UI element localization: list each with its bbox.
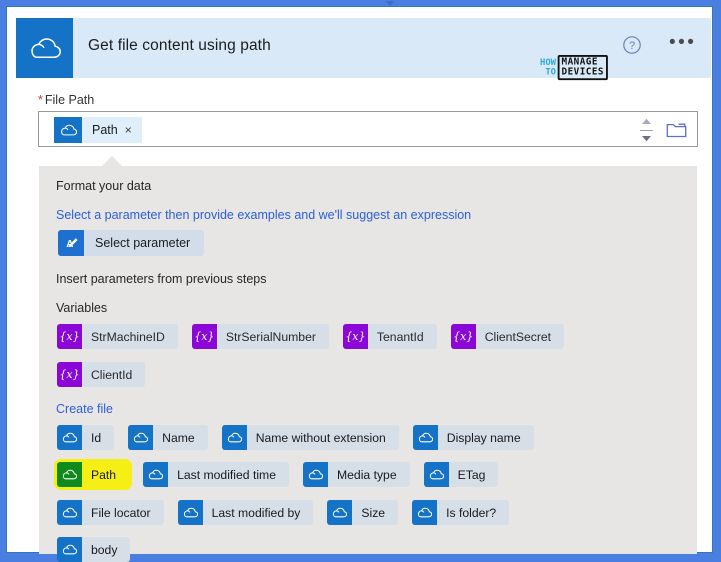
- token-row-variables-2: {x} ClientId: [57, 362, 159, 387]
- token-display-name[interactable]: Display name: [412, 425, 534, 450]
- onedrive-cloud-icon: [412, 500, 438, 525]
- token-clientid[interactable]: {x} ClientId: [57, 362, 146, 387]
- required-marker: *: [38, 93, 43, 107]
- format-your-data-title: Format your data: [56, 179, 152, 193]
- token-last-modified-time[interactable]: Last modified time: [143, 462, 289, 487]
- token-label: StrMachineID: [91, 329, 165, 344]
- watermark-box: MANAGE DEVICES: [557, 55, 608, 81]
- action-card: Get file content using path ? ••• HOW TO…: [8, 9, 711, 562]
- onedrive-cloud-icon: [57, 537, 82, 562]
- token-name[interactable]: Name: [128, 425, 208, 450]
- path-token-chip[interactable]: Path ×: [54, 117, 142, 143]
- token-media-type[interactable]: Media type: [302, 462, 410, 487]
- variable-icon: {x}: [57, 324, 82, 349]
- token-row-createfile-4: body: [57, 537, 144, 562]
- token-name-without-extension[interactable]: Name without extension: [221, 425, 399, 450]
- token-row-createfile-3: File locator Last modified by Size Is fo…: [57, 500, 523, 525]
- help-question-icon[interactable]: ?: [622, 35, 642, 55]
- token-strserialnumber[interactable]: {x} StrSerialNumber: [191, 324, 329, 349]
- select-parameter-button[interactable]: A Select parameter: [58, 230, 205, 256]
- stepper-up-down-icon[interactable]: [637, 118, 655, 142]
- ai-expression-icon: A: [58, 230, 84, 256]
- onedrive-cloud-icon: [221, 425, 247, 450]
- onedrive-cloud-icon: [57, 500, 82, 525]
- token-label: Path: [82, 467, 130, 482]
- token-label: Name without extension: [255, 430, 386, 445]
- token-label: Id: [91, 430, 102, 445]
- watermark-logo: HOW TO MANAGE DEVICES: [540, 55, 608, 81]
- watermark-boxed-2: DEVICES: [561, 66, 605, 77]
- token-clientsecret[interactable]: {x} ClientSecret: [450, 324, 565, 349]
- token-row-variables-1: {x} StrMachineID {x} StrSerialNumber {x}…: [57, 324, 578, 349]
- onedrive-cloud-icon: [177, 500, 203, 525]
- token-label: ClientSecret: [484, 329, 552, 344]
- token-size[interactable]: Size: [327, 500, 399, 525]
- onedrive-cloud-icon: [327, 500, 353, 525]
- token-label: Display name: [446, 430, 521, 445]
- svg-text:?: ?: [629, 40, 635, 52]
- onedrive-cloud-icon: [54, 117, 82, 143]
- token-label: File locator: [91, 505, 151, 520]
- format-suggestion-link[interactable]: Select a parameter then provide examples…: [56, 208, 471, 222]
- watermark-howto: HOW TO: [540, 59, 556, 77]
- more-ellipsis-icon[interactable]: •••: [669, 33, 696, 52]
- token-path-highlighted[interactable]: Path: [57, 462, 130, 487]
- insert-parameters-title: Insert parameters from previous steps: [56, 272, 267, 286]
- token-last-modified-by[interactable]: Last modified by: [177, 500, 314, 525]
- token-file-locator[interactable]: File locator: [57, 500, 164, 525]
- token-body[interactable]: body: [57, 537, 131, 562]
- onedrive-cloud-icon: [16, 18, 73, 78]
- parameter-flyout: [39, 166, 697, 554]
- token-label: ClientId: [91, 367, 133, 382]
- folder-picker-icon[interactable]: [666, 120, 687, 139]
- token-is-folder[interactable]: Is folder?: [412, 500, 510, 525]
- watermark-boxed-1: MANAGE: [561, 56, 598, 68]
- variable-icon: {x}: [57, 362, 82, 387]
- token-label: Name: [162, 430, 195, 445]
- variable-icon: {x}: [450, 324, 476, 349]
- page-title: Get file content using path: [88, 37, 271, 54]
- token-label: Last modified by: [211, 505, 301, 520]
- token-row-createfile-2: Path Last modified time Media type ETag: [57, 462, 512, 487]
- file-path-label-text: File Path: [44, 93, 95, 107]
- token-label: Is folder?: [446, 505, 497, 520]
- group-title-variables: Variables: [56, 301, 108, 315]
- token-label: Last modified time: [177, 467, 276, 482]
- group-title-create-file[interactable]: Create file: [56, 402, 113, 416]
- close-icon[interactable]: ×: [125, 123, 142, 137]
- select-parameter-label: Select parameter: [95, 236, 191, 250]
- path-token-label: Path: [92, 123, 118, 137]
- token-label: Media type: [336, 467, 397, 482]
- file-path-label: * File Path: [38, 93, 94, 107]
- onedrive-cloud-icon: [128, 425, 154, 450]
- token-etag[interactable]: ETag: [423, 462, 499, 487]
- window-frame: Get file content using path ? ••• HOW TO…: [0, 0, 721, 562]
- token-row-createfile-1: Id Name Name without extension Display n…: [57, 425, 548, 450]
- token-label: StrSerialNumber: [225, 329, 316, 344]
- onedrive-cloud-icon: [143, 462, 169, 487]
- token-tenantid[interactable]: {x} TenantId: [342, 324, 437, 349]
- token-label: ETag: [457, 467, 486, 482]
- variable-icon: {x}: [342, 324, 368, 349]
- onedrive-cloud-icon: [57, 462, 82, 487]
- onedrive-cloud-icon: [57, 425, 82, 450]
- onedrive-cloud-icon: [423, 462, 449, 487]
- token-label: TenantId: [376, 329, 424, 344]
- variable-icon: {x}: [191, 324, 217, 349]
- file-path-input[interactable]: Path ×: [38, 111, 698, 147]
- watermark-line-2: TO: [545, 66, 556, 77]
- onedrive-cloud-icon: [302, 462, 328, 487]
- token-label: body: [91, 542, 118, 557]
- onedrive-cloud-icon: [412, 425, 438, 450]
- token-strmachineid[interactable]: {x} StrMachineID: [57, 324, 178, 349]
- token-label: Size: [361, 505, 386, 520]
- token-id[interactable]: Id: [57, 425, 115, 450]
